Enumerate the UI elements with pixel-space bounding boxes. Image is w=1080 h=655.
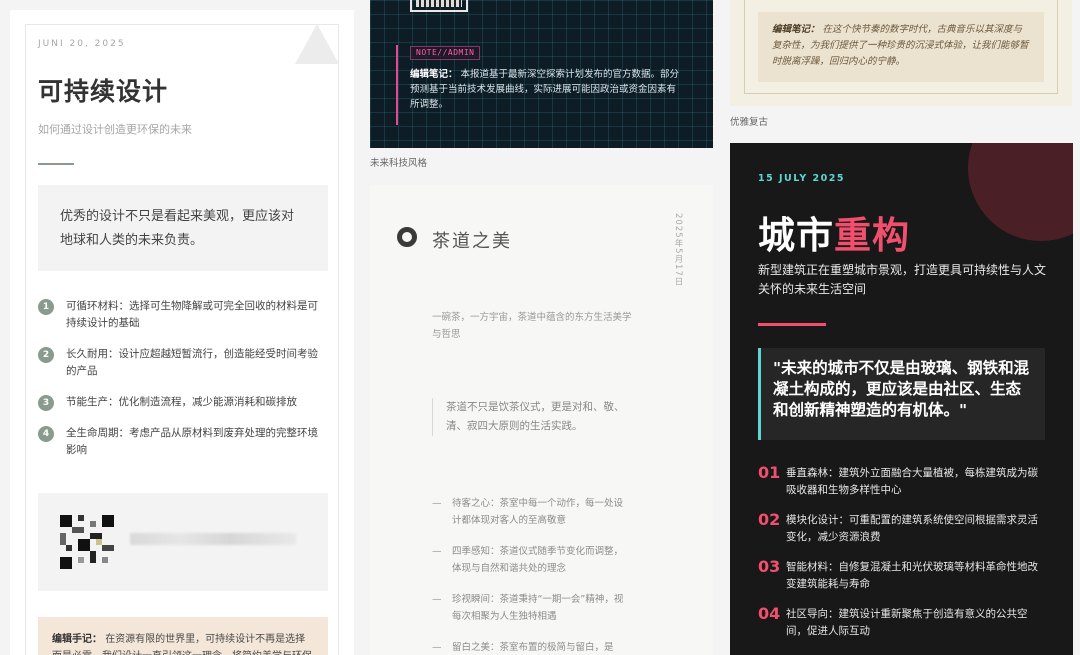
item-number: 01 [758,463,781,482]
tea-ceremony-card[interactable]: 茶道之美 2025年5月17日 一碗茶，一方宇宙，茶道中蕴含的东方生活美学与哲思… [370,185,713,655]
quote-block: "未来的城市不仅是由玻璃、钢铁和混凝土构成的，更应该是由社区、生态和创新精神塑造… [758,348,1045,440]
card-title: 城市重构 [758,205,910,259]
editor-note: 编辑笔记： 在这个快节奏的数字时代，古典音乐以其深度与复杂性，为我们提供了一种珍… [758,12,1044,82]
number-badge: 3 [38,395,54,411]
urban-restructure-card[interactable]: 15 JULY 2025 城市重构 新型建筑正在重塑城市景观，打造更具可持续性与… [730,143,1073,655]
card-subtitle: 新型建筑正在重塑城市景观，打造更具可持续性与人文关怀的未来生活空间 [758,263,1047,296]
card-date: 15 JULY 2025 [758,173,845,184]
qr-code-panel [38,493,328,591]
list-item: — 留白之美：茶室布置的极简与留白，是 [432,639,632,655]
list-item-text: 留白之美：茶室布置的极简与留白，是 [452,642,614,653]
list-item-text: 节能生产：优化制造流程，减少能源消耗和碳排放 [66,396,297,408]
principle-list: 1 可循环材料：选择可生物降解或可完全回收的材料是可持续设计的基础 2 长久耐用… [38,298,328,473]
list-item-text: 珍视瞬间：茶道秉持“一期一会”精神，视每次相聚为人生独特相遇 [452,594,624,622]
note-label: 编辑笔记： [772,24,820,35]
list-item: 1 可循环材料：选择可生物降解或可完全回收的材料是可持续设计的基础 [38,298,328,332]
vertical-date: 2025年5月17日 [673,213,683,287]
card-intro: 一碗茶，一方宇宙，茶道中蕴含的东方生活美学与哲思 [432,312,632,340]
item-number: 04 [758,604,781,623]
list-item: 01 垂直森林：建筑外立面融合大量植被，每栋建筑成为碳吸收器和生物多样性中心 [758,463,1048,499]
note-tag: NOTE//ADMIN [410,46,481,60]
list-item: 3 节能生产：优化制造流程，减少能源消耗和碳排放 [38,394,328,411]
list-item-text: 模块化设计：可重配置的建筑系统使空间根据需求灵活变化，减少资源浪费 [786,514,1038,543]
number-badge: 1 [38,299,54,315]
list-item: 02 模块化设计：可重配置的建筑系统使空间根据需求灵活变化，减少资源浪费 [758,510,1048,546]
note-label: 编辑笔记： [410,69,458,80]
list-item: — 四季感知：茶道仪式随季节变化而调整，体现与自然和谐共处的理念 [432,543,632,577]
item-number: 02 [758,510,781,529]
circle-icon [397,227,417,247]
list-item-text: 智能材料：自修复混凝土和光伏玻璃等材料革命性地改变建筑能耗与寿命 [786,561,1038,590]
list-item: 03 智能材料：自修复混凝土和光伏玻璃等材料革命性地改变建筑能耗与寿命 [758,557,1048,593]
title-divider [758,323,826,326]
number-badge: 2 [38,347,54,363]
dash-marker: — [432,546,442,557]
title-highlight: 重构 [834,214,910,257]
quote-block: 茶道不只是饮茶仪式，更是对和、敬、清、寂四大原则的生活实践。 [432,398,632,436]
principle-list: — 待客之心：茶室中每一个动作，每一处设计都体现对客人的至高敬意 — 四季感知：茶道… [432,495,632,655]
list-item: — 珍视瞬间：茶道秉持“一期一会”精神，视每次相聚为人生独特相遇 [432,591,632,625]
list-item-text: 垂直森林：建筑外立面融合大量植被，每栋建筑成为碳吸收器和生物多样性中心 [786,467,1038,496]
list-item: 04 社区导向：建筑设计重新聚焦于创造有意义的公共空间，促进人际互动 [758,604,1048,640]
qr-code-icon[interactable] [60,515,114,569]
accent-bar [396,45,398,125]
blurred-text [130,533,296,545]
dash-marker: — [432,594,442,605]
list-item: — 待客之心：茶室中每一个动作，每一处设计都体现对客人的至高敬意 [432,495,632,529]
corner-triangle-decoration [295,24,339,64]
quote-block: 优秀的设计不只是看起来美观，更应该对地球和人类的未来负责。 [38,185,328,271]
note-label: 编辑手记： [52,634,102,645]
list-item: 4 全生命周期：考虑产品从原材料到废弃处理的完整环境影响 [38,425,328,459]
vintage-style-card[interactable]: 编辑笔记： 在这个快节奏的数字时代，古典音乐以其深度与复杂性，为我们提供了一种珍… [730,0,1072,106]
item-number: 03 [758,557,781,576]
card-caption: 优雅复古 [730,117,769,128]
feature-list: 01 垂直森林：建筑外立面融合大量植被，每栋建筑成为碳吸收器和生物多样性中心 0… [758,463,1048,653]
card-title: 可持续设计 [38,77,169,106]
card-subtitle: 如何通过设计创造更环保的未来 [38,123,192,136]
list-item-text: 全生命周期：考虑产品从原材料到废弃处理的完整环境影响 [66,427,318,456]
title-main: 城市 [758,214,834,257]
list-item-text: 社区导向：建筑设计重新聚焦于创造有意义的公共空间，促进人际互动 [786,608,1028,637]
list-item-text: 待客之心：茶室中每一个动作，每一处设计都体现对客人的至高敬意 [452,498,624,526]
list-item: 2 长久耐用：设计应超越短暂流行，创造能经受时间考验的产品 [38,346,328,380]
list-item-text: 长久耐用：设计应超越短暂流行，创造能经受时间考验的产品 [66,348,318,377]
editor-note: 编辑手记： 在资源有限的世界里，可持续设计不再是选择而是必需。我们设计一直引领这… [38,617,328,655]
dash-marker: — [432,498,442,509]
card-title: 茶道之美 [432,231,512,252]
card-caption: 未来科技风格 [370,158,428,169]
dash-marker: — [432,642,442,653]
sustainable-design-card[interactable]: JUNI 20, 2025 可持续设计 如何通过设计创造更环保的未来 优秀的设计… [10,10,354,655]
circle-decoration [968,143,1073,241]
qr-code-icon [410,0,468,12]
title-divider [38,163,74,165]
tech-style-card[interactable]: NOTE//ADMIN 编辑笔记： 本报道基于最新深空探索计划发布的官方数据。部… [370,0,713,148]
list-item-text: 四季感知：茶道仪式随季节变化而调整，体现与自然和谐共处的理念 [452,546,624,574]
number-badge: 4 [38,426,54,442]
card-date: JUNI 20, 2025 [38,39,126,49]
list-item-text: 可循环材料：选择可生物降解或可完全回收的材料是可持续设计的基础 [66,300,318,329]
qr-pattern [416,0,462,7]
editor-note: 编辑笔记： 本报道基于最新深空探索计划发布的官方数据。部分预测基于当前技术发展曲… [410,67,680,112]
